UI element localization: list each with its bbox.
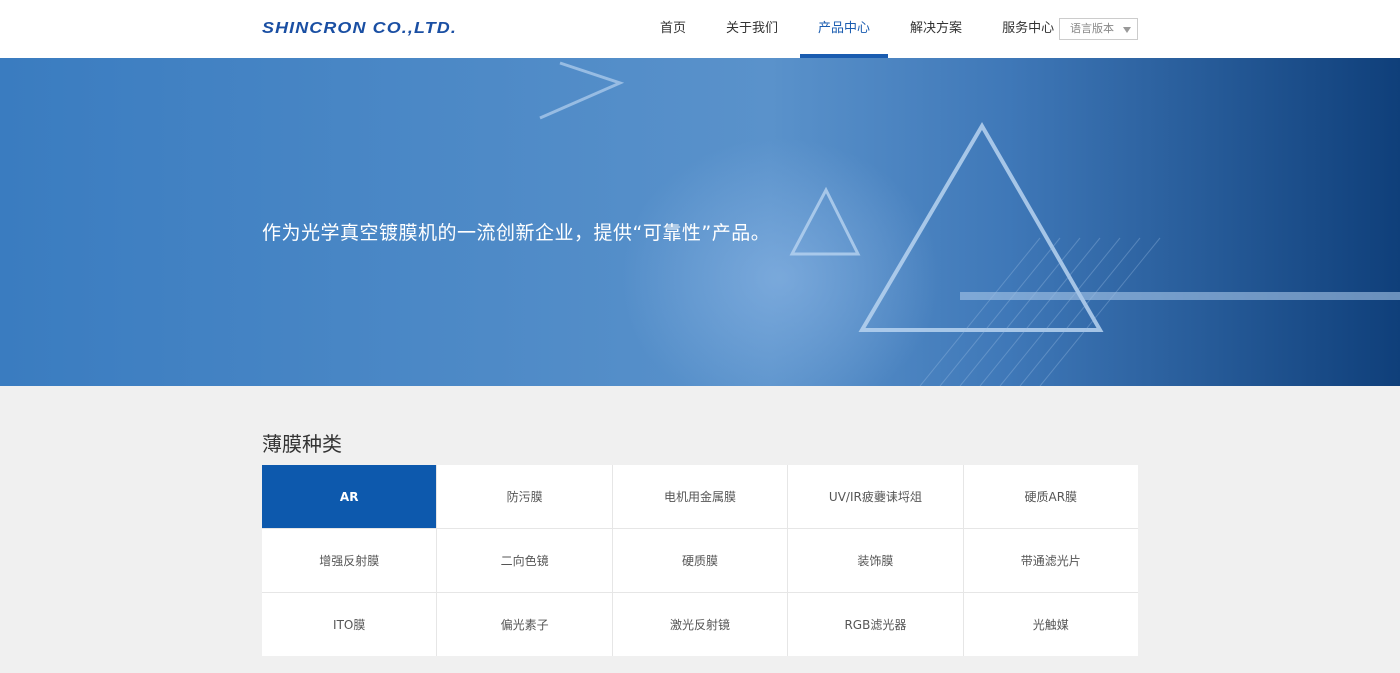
- hero-banner: 作为光学真空镀膜机的一流创新企业，提供“可靠性”产品。: [0, 58, 1400, 386]
- film-type-antifouling[interactable]: 防污膜: [437, 465, 612, 528]
- film-type-decorative[interactable]: 装饰膜: [788, 529, 963, 592]
- film-type-hard-coat[interactable]: 硬质膜: [612, 529, 788, 592]
- nav-item-solutions[interactable]: 解决方案: [890, 0, 982, 58]
- film-type-rgb-filter[interactable]: RGB滤光器: [788, 593, 963, 656]
- company-logo[interactable]: SHINCRON CO.,LTD.: [262, 20, 457, 38]
- film-type-uv-ir[interactable]: UV/IR疲虁诔埒俎: [788, 465, 963, 528]
- film-type-laser-mirror[interactable]: 激光反射镜: [612, 593, 788, 656]
- nav-item-home[interactable]: 首页: [640, 0, 706, 58]
- film-type-bandpass[interactable]: 带通滤光片: [963, 529, 1138, 592]
- language-select-label: 语言版本: [1070, 22, 1114, 35]
- film-type-polarizer[interactable]: 偏光素子: [437, 593, 612, 656]
- main-nav: 首页 关于我们 产品中心 解决方案 服务中心: [640, 0, 1074, 58]
- nav-item-products[interactable]: 产品中心: [798, 0, 890, 58]
- film-type-dichroic[interactable]: 二向色镜: [437, 529, 612, 592]
- language-select[interactable]: 语言版本: [1059, 18, 1138, 40]
- film-type-grid: AR 防污膜 电机用金属膜 UV/IR疲虁诔埒俎 硬质AR膜 增强反射膜 二向色…: [262, 465, 1138, 656]
- film-type-enhanced-reflection[interactable]: 增强反射膜: [262, 529, 437, 592]
- chevron-down-icon: [1123, 27, 1131, 33]
- site-header: SHINCRON CO.,LTD. 首页 关于我们 产品中心 解决方案 服务中心…: [0, 0, 1400, 58]
- nav-item-about[interactable]: 关于我们: [706, 0, 798, 58]
- film-type-motor-metal[interactable]: 电机用金属膜: [612, 465, 788, 528]
- film-type-ar[interactable]: AR: [262, 465, 437, 528]
- film-type-photocatalyst[interactable]: 光触媒: [963, 593, 1138, 656]
- banner-tagline: 作为光学真空镀膜机的一流创新企业，提供“可靠性”产品。: [262, 222, 771, 244]
- film-type-ito[interactable]: ITO膜: [262, 593, 437, 656]
- section-title: 薄膜种类: [262, 432, 342, 456]
- film-type-hard-ar[interactable]: 硬质AR膜: [963, 465, 1138, 528]
